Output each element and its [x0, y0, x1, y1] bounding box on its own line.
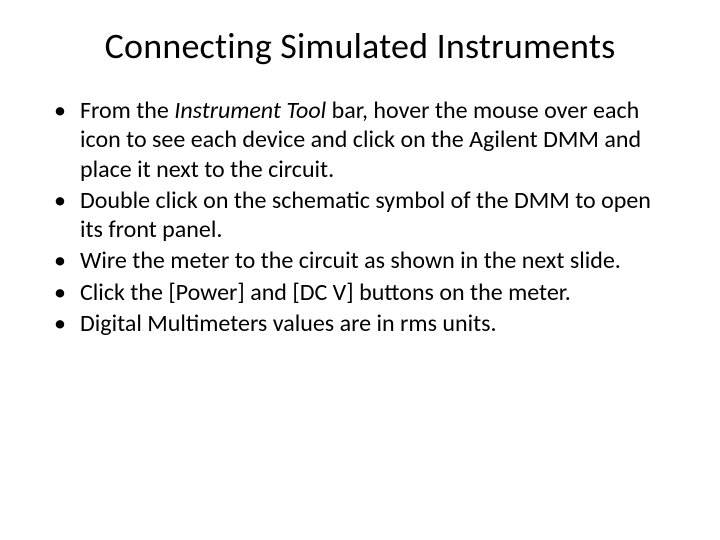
list-item: Digital Multimeters values are in rms un… [76, 309, 672, 338]
slide-title: Connecting Simulated Instruments [48, 24, 672, 68]
list-item: Double click on the schematic symbol of … [76, 186, 672, 245]
bullet-text-pre: From the [80, 96, 174, 125]
list-item: Click the [Power] and [DC V] buttons on … [76, 278, 672, 307]
bullet-list: From the Instrument Tool bar, hover the … [48, 96, 672, 338]
list-item: From the Instrument Tool bar, hover the … [76, 96, 672, 184]
bullet-text-italic: Instrument Tool [174, 96, 326, 125]
list-item: Wire the meter to the circuit as shown i… [76, 246, 672, 275]
